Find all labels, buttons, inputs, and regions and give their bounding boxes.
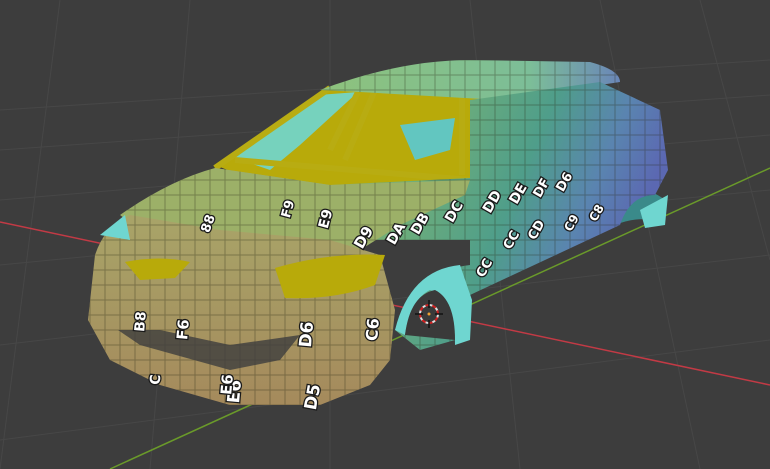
uv-label: C6: [362, 317, 383, 341]
uv-label: D5: [301, 383, 325, 412]
uv-label: F6: [173, 318, 193, 340]
uv-label: C: [148, 374, 165, 386]
viewport-canvas[interactable]: D5E6D6 C6F6B8E9F988 D9 DADB DC DD DE DF D6CCCC CD…: [0, 0, 770, 469]
3d-viewport[interactable]: D5 E6 D6 C6 F6 B8 E9 F9 88 D9 DA DB DC DD DE DF D6 CC CC CD…: [0, 0, 770, 469]
car-mesh[interactable]: D5E6D6 C6F6B8E9F988 D9 DADB DC DD DE DF D6CCCC CD…: [88, 60, 668, 413]
uv-label: E6: [217, 373, 237, 395]
uv-label: D6: [296, 321, 318, 349]
uv-label: B8: [132, 311, 150, 333]
